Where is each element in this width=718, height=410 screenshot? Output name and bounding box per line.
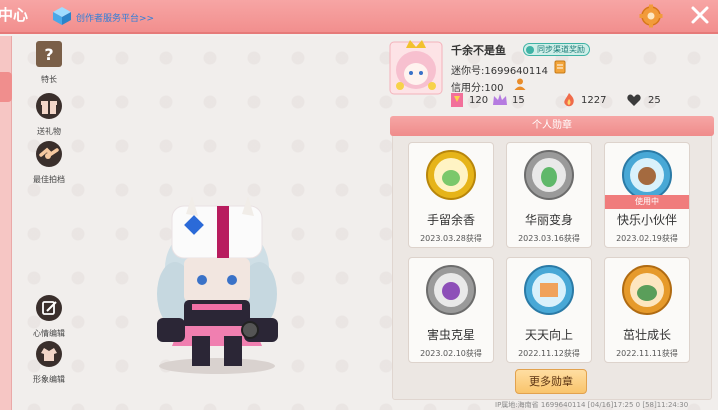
medal-name: 天天向上 (524, 328, 573, 342)
svg-text:?: ? (44, 45, 53, 64)
page-title: 中心 (0, 6, 29, 24)
sync-rewards-badge[interactable]: 同步渠道奖励 (523, 43, 590, 56)
handshake-icon (36, 141, 62, 167)
avatar[interactable] (388, 38, 444, 96)
medal-card[interactable]: 华丽变身 2023.03.16获得 (506, 142, 592, 248)
footer-info: IP属地:海南省 1699640114 [04/16]17:25 0 [58]1… (495, 401, 689, 409)
medal-name: 华丽变身 (524, 213, 573, 227)
copy-icon[interactable] (553, 60, 567, 74)
medal-date: 2022.11.11获得 (616, 349, 678, 358)
medal-badge-icon (426, 150, 476, 200)
sidebar-item-outfit-edit[interactable]: 形象编辑 (24, 340, 74, 385)
sync-rewards-label: 同步渠道奖励 (537, 45, 585, 54)
close-icon[interactable] (688, 3, 712, 27)
medals-header: 个人勋章 (390, 116, 714, 136)
medal-badge-icon (426, 265, 476, 315)
sidebar-item-send-gift[interactable]: 送礼物 (24, 92, 74, 137)
medal-card[interactable]: 手留余香 2023.03.28获得 (408, 142, 494, 248)
sidebar-item-label: 特长 (41, 75, 57, 84)
outfit-icon (36, 341, 62, 367)
medal-date: 2023.02.19获得 (616, 234, 678, 243)
mini-id: 迷你号:1699640114 (451, 66, 548, 77)
cube-icon (53, 7, 71, 25)
question-box-icon: ? (36, 41, 62, 67)
medal-badge-icon (622, 150, 672, 200)
sidebar-item-talent[interactable]: ? 特长 (24, 40, 74, 85)
in-use-badge: 使用中 (605, 195, 689, 209)
sync-icon (526, 46, 534, 54)
crown-icon (493, 94, 507, 105)
ribbon-icon (451, 93, 463, 107)
medal-date: 2023.03.16获得 (518, 234, 580, 243)
person-icon[interactable] (513, 77, 527, 91)
medal-date: 2023.02.10获得 (420, 349, 482, 358)
medal-date: 2023.03.28获得 (420, 234, 482, 243)
sidebar-item-label: 形象编辑 (33, 375, 65, 384)
left-edge-tab[interactable] (0, 72, 12, 102)
sidebar-item-mood-edit[interactable]: 心情编辑 (24, 294, 74, 339)
medal-badge-icon (524, 265, 574, 315)
stat-likes: 25 (648, 95, 661, 106)
sidebar-item-best-partner[interactable]: 最佳拍档 (24, 140, 74, 185)
top-bar: 中心 创作者服务平台>> (0, 0, 718, 34)
gift-icon (36, 93, 62, 119)
medal-name: 手留余香 (426, 213, 475, 227)
medal-card[interactable]: 茁壮成长 2022.11.11获得 (604, 257, 690, 363)
medal-card[interactable]: 害虫克星 2023.02.10获得 (408, 257, 494, 363)
medal-name: 快乐小伙伴 (616, 213, 677, 227)
gear-icon[interactable] (639, 4, 663, 28)
sidebar-item-label: 送礼物 (37, 127, 61, 136)
medal-date: 2022.11.12获得 (518, 349, 580, 358)
stat-crowns: 15 (512, 95, 525, 106)
medal-badge-icon (524, 150, 574, 200)
medal-name: 害虫克星 (426, 328, 475, 342)
sidebar-item-label: 心情编辑 (33, 329, 65, 338)
more-medals-button[interactable]: 更多勋章 (515, 369, 587, 394)
creator-platform-link[interactable]: 创作者服务平台>> (76, 11, 154, 24)
medal-card[interactable]: 使用中 快乐小伙伴 2023.02.19获得 (604, 142, 690, 248)
edit-icon (36, 295, 62, 321)
medal-badge-icon (622, 265, 672, 315)
stat-popularity: 1227 (581, 95, 607, 106)
flame-icon (564, 93, 574, 107)
medal-card[interactable]: 天天向上 2022.11.12获得 (506, 257, 592, 363)
stat-medals: 120 (469, 95, 489, 106)
heart-icon (627, 94, 641, 106)
username: 千余不是鱼 (451, 44, 506, 57)
medal-name: 茁壮成长 (622, 328, 671, 342)
sidebar-item-label: 最佳拍档 (33, 175, 65, 184)
